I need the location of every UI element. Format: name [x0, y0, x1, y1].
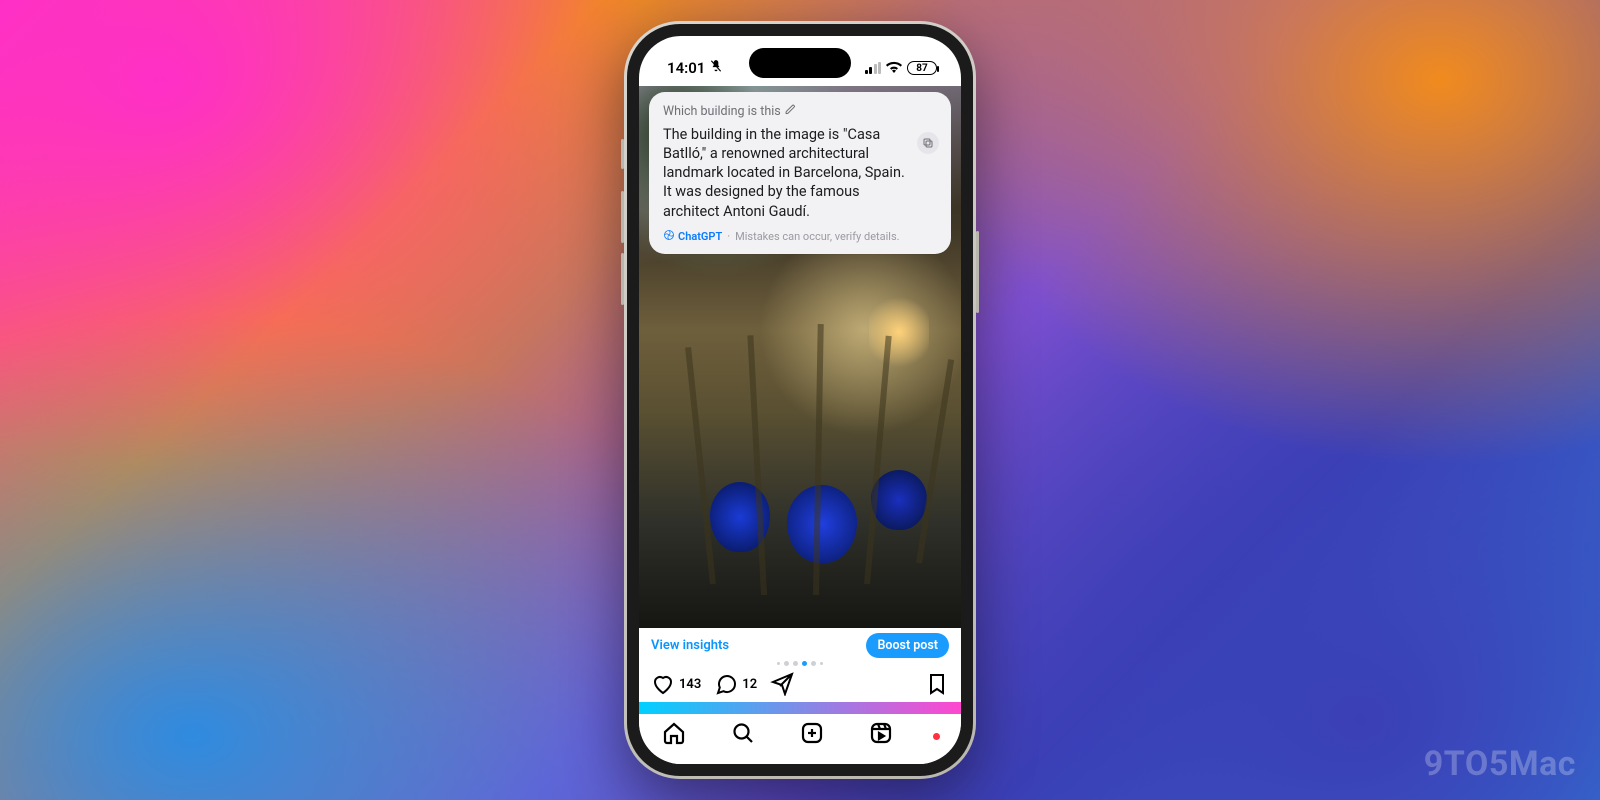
notification-dot-icon	[933, 733, 940, 740]
carousel-dots	[639, 661, 961, 666]
copy-button[interactable]	[917, 132, 939, 154]
tab-reels[interactable]	[869, 721, 893, 749]
volume-up-button	[621, 191, 624, 243]
wifi-icon	[886, 59, 902, 77]
ai-disclaimer: Mistakes can occur, verify details.	[735, 230, 899, 243]
view-insights-link[interactable]: View insights	[651, 638, 729, 653]
ai-prompt-text: Which building is this	[663, 104, 781, 119]
edit-icon[interactable]	[785, 104, 796, 119]
ai-response-text: The building in the image is "Casa Batll…	[663, 125, 937, 221]
action-button	[621, 139, 624, 169]
watermark-logo: 9TO5Mac	[1424, 744, 1576, 784]
ai-source[interactable]: ChatGPT	[663, 229, 722, 244]
bottom-tab-bar	[639, 712, 961, 764]
silent-icon	[709, 59, 723, 77]
ai-source-label: ChatGPT	[678, 230, 722, 243]
comment-count: 12	[742, 677, 757, 692]
tab-home[interactable]	[662, 721, 686, 749]
tab-search[interactable]	[731, 721, 755, 749]
chatgpt-icon	[663, 229, 675, 244]
battery-indicator: 87	[907, 61, 937, 75]
power-button	[976, 231, 979, 313]
tab-create[interactable]	[800, 721, 824, 749]
dynamic-island	[749, 48, 851, 78]
share-button[interactable]	[770, 672, 794, 696]
comment-button[interactable]: 12	[714, 672, 757, 696]
ai-prompt-row[interactable]: Which building is this	[663, 104, 937, 119]
visual-intelligence-card: Which building is this The building in t…	[649, 92, 951, 254]
status-time: 14:01	[667, 59, 705, 77]
iphone-frame: 14:01 87	[624, 21, 976, 779]
volume-down-button	[621, 253, 624, 305]
boost-post-button[interactable]: Boost post	[866, 633, 949, 658]
like-count: 143	[679, 677, 701, 692]
save-button[interactable]	[925, 672, 949, 696]
phone-screen: 14:01 87	[639, 36, 961, 764]
like-button[interactable]: 143	[651, 672, 701, 696]
cellular-icon	[865, 63, 882, 74]
